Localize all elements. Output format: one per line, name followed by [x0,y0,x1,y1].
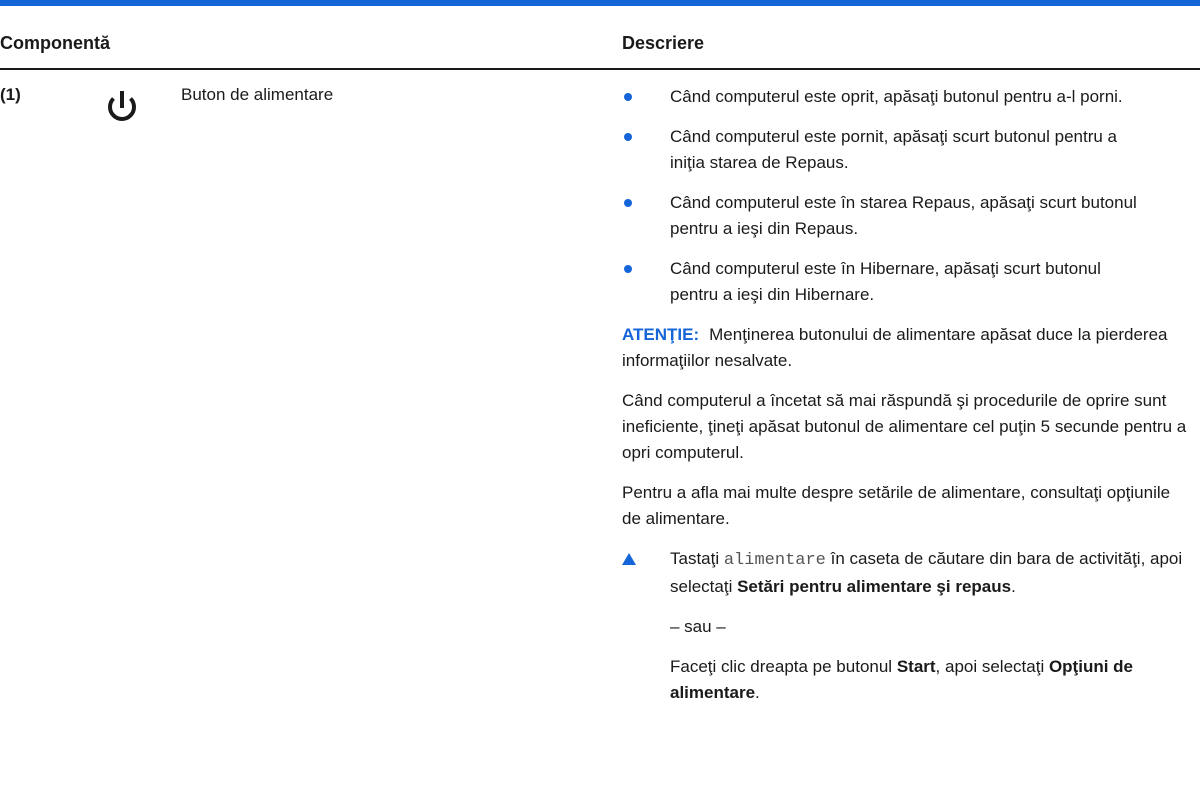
unresponsive-paragraph: Când computerul a încetat să mai răspund… [622,391,1187,462]
bullet-text: Când computerul este oprit, apăsaţi buto… [670,87,1123,106]
row-number: (1) [0,85,21,104]
or-separator: – sau – [670,617,726,636]
alt-step: Faceţi clic dreapta pe butonul Start, ap… [622,654,1192,706]
bullet-dot-icon [624,265,632,273]
bullet-item: Când computerul este în Hibernare, apăsa… [622,256,1192,308]
step-text: Tastaţi alimentare în caseta de căutare … [670,549,1182,596]
bullet-text: Când computerul este pornit, apăsaţi scu… [670,127,1117,172]
caution-note: ATENŢIE: Menţinerea butonului de alimenta… [622,322,1192,374]
power-settings-paragraph: Pentru a afla mai multe despre setările … [622,483,1171,528]
table-header: Componentă Descriere [0,6,1200,70]
bullet-dot-icon [624,133,632,141]
bullet-text: Când computerul este în starea Repaus, a… [670,193,1137,238]
bullet-item: Când computerul este pornit, apăsaţi scu… [622,124,1192,176]
bullet-item: Când computerul este oprit, apăsaţi buto… [622,84,1192,110]
step-prefix: Tastaţi [670,549,724,568]
description-cell: Când computerul este oprit, apăsaţi buto… [622,84,1192,720]
bullet-dot-icon [624,199,632,207]
start-button-label: Start [896,657,936,676]
step-item: Tastaţi alimentare în caseta de căutare … [622,546,1192,600]
power-icon [102,88,142,128]
alt-middle: , apoi selectaţi [935,657,1049,676]
bullet-dot-icon [624,93,632,101]
alt-suffix: . [755,683,760,702]
bullet-item: Când computerul este în starea Repaus, a… [622,190,1192,242]
caution-label: ATENŢIE: [622,325,700,344]
header-component: Componentă [0,33,110,53]
step-suffix: . [1011,577,1016,596]
caution-text: Menţinerea butonului de alimentare apăsa… [622,325,1168,370]
search-term-code: alimentare [723,551,826,570]
alt-prefix: Faceţi clic dreapta pe butonul [670,657,897,676]
power-sleep-settings-label: Setări pentru alimentare şi repaus [737,577,1012,596]
header-description: Descriere [622,33,705,53]
bullet-text: Când computerul este în Hibernare, apăsa… [670,259,1101,304]
step-triangle-icon [622,553,636,565]
component-name: Buton de alimentare [181,85,334,104]
